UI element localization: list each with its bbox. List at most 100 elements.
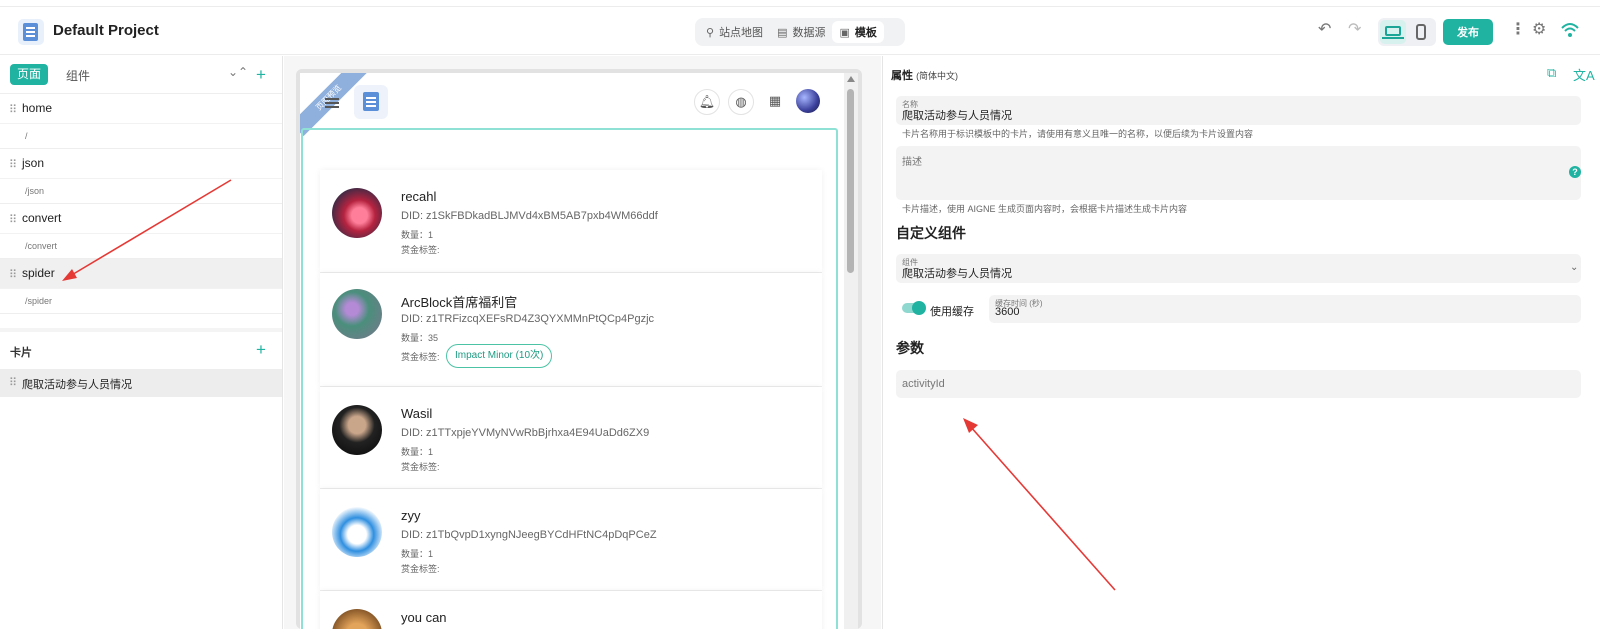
avatar	[332, 405, 382, 455]
redo-icon[interactable]: ↷	[1348, 19, 1361, 39]
user-tags-label: 赏金标签:	[401, 245, 440, 255]
page-name: convert	[22, 211, 62, 225]
project-title[interactable]: Default Project	[53, 22, 159, 39]
user-name: you can	[401, 610, 447, 625]
page-path: /spider	[25, 296, 53, 306]
card-preview-box: recahl DID: z1SkFBDkadBLJMVd4xBM5AB7pxb4…	[301, 128, 838, 629]
list-item: ArcBlock首席福利官 DID: z1TRFizcqXEFsRD4Z3QYX…	[320, 273, 822, 387]
apps-grid-icon[interactable]: ▦	[762, 89, 788, 115]
drag-handle-icon[interactable]: ⠿	[9, 376, 17, 389]
list-item: zyy DID: z1TbQvpD1xyngNJeegBYCdHFtNC4pDq…	[320, 489, 822, 591]
translate-icon[interactable]: 文A	[1573, 65, 1595, 84]
component-select[interactable]: 组件 爬取活动参与人员情况 ⌄	[896, 254, 1581, 283]
user-did: DID: z1TRFizcqXEFsRD4Z3QYXMMnPtQCp4Pgzjc	[401, 313, 655, 325]
list-item[interactable]: ⠿ home /	[0, 94, 282, 149]
avatar	[332, 609, 382, 629]
add-page-icon[interactable]: +	[256, 66, 266, 83]
more-vertical-icon[interactable]: ⋮	[1510, 19, 1526, 39]
tab-label: 数据源	[792, 27, 826, 39]
user-count: 数量：1	[401, 230, 434, 240]
view-switcher: ⚲ 站点地图 ▤ 数据源 ▣ 模板	[695, 18, 905, 46]
template-icon: ▣	[839, 26, 850, 39]
drag-handle-icon[interactable]: ⠿	[9, 158, 17, 171]
list-item[interactable]: ⠿ json /json	[0, 149, 282, 204]
add-card-icon[interactable]: +	[256, 341, 266, 358]
avatar[interactable]	[796, 89, 820, 113]
user-name: ArcBlock首席福利官	[401, 295, 518, 310]
phone-icon	[1416, 24, 1426, 40]
drag-handle-icon[interactable]: ⠿	[9, 268, 17, 281]
list-item[interactable]: ⠿ spider /spider	[0, 259, 282, 314]
publish-button[interactable]: 发布	[1443, 19, 1493, 45]
user-count: 数量：1	[401, 447, 434, 457]
field-label: 描述	[902, 157, 922, 168]
name-field[interactable]: 名称 爬取活动参与人员情况	[896, 96, 1581, 125]
scroll-thumb[interactable]	[847, 89, 854, 273]
avatar	[332, 188, 382, 238]
mobile-view-button[interactable]	[1408, 20, 1434, 44]
left-sidebar: 页面 组件 ⌄⌃ + ⠿ home / ⠿ json /json ⠿ conve…	[0, 56, 283, 629]
bell-icon[interactable]: 🔔︎	[694, 89, 720, 115]
section-heading: 自定义组件	[896, 225, 966, 241]
user-count: 数量：1	[401, 549, 434, 559]
copy-icon[interactable]: ⧉	[1547, 65, 1556, 81]
user-count: 数量：35	[401, 333, 439, 343]
properties-panel: 属性 (简体中文) ⧉ 文A 名称 爬取活动参与人员情况 卡片名称用于标识模板中…	[882, 56, 1600, 629]
preview-area: 页面预览 🔔︎ ◍ ▦ recahl DID: z1SkFBDkadBLJMVd…	[284, 56, 881, 629]
scroll-up-icon[interactable]	[847, 76, 855, 82]
laptop-icon	[1382, 26, 1404, 39]
app-logo-icon	[354, 85, 388, 119]
description-field[interactable]: 描述 ?	[896, 146, 1581, 200]
list-item: you can	[320, 591, 822, 629]
project-logo-icon	[18, 19, 44, 45]
card-name: 爬取活动参与人员情况	[22, 379, 132, 391]
cache-toggle[interactable]	[902, 301, 926, 315]
tab-pages[interactable]: 页面	[10, 64, 48, 85]
card-list-item[interactable]: ⠿ 爬取活动参与人员情况	[0, 369, 282, 397]
gear-icon[interactable]: ⚙	[1532, 19, 1546, 39]
device-frame: 页面预览 🔔︎ ◍ ▦ recahl DID: z1SkFBDkadBLJMVd…	[296, 69, 862, 629]
description-helper-text: 卡片描述，使用 AIGNE 生成页面内容时，会根据卡片描述生成卡片内容	[902, 204, 1188, 214]
list-item: recahl DID: z1SkFBDkadBLJMVd4xBM5AB7pxb4…	[320, 170, 822, 273]
list-item[interactable]: ⠿ convert /convert	[0, 204, 282, 259]
page-name: json	[22, 156, 45, 170]
cache-time-field[interactable]: 缓存时间 (秒) 3600	[989, 295, 1581, 323]
tab-datasource[interactable]: ▤ 数据源	[770, 21, 832, 43]
tab-sitemap[interactable]: ⚲ 站点地图	[699, 21, 770, 43]
desktop-view-button[interactable]	[1380, 20, 1406, 44]
bounty-badge: Impact Minor (10次)	[446, 344, 553, 368]
properties-title: 属性 (简体中文)	[891, 67, 958, 83]
undo-icon[interactable]: ↶	[1318, 19, 1331, 39]
menu-icon[interactable]	[325, 98, 339, 100]
locale-label: (简体中文)	[916, 71, 959, 81]
cards-header: 卡片	[10, 347, 32, 359]
user-tags-label: 赏金标签:	[401, 352, 440, 362]
user-did: DID: z1SkFBDkadBLJMVd4xBM5AB7pxb4WM66ddf	[401, 210, 658, 222]
divider	[0, 328, 282, 332]
drag-handle-icon[interactable]: ⠿	[9, 103, 17, 116]
wifi-icon	[1561, 23, 1579, 37]
list-item: Wasil DID: z1TTxpjeYVMyNVwRbBjrhxa4E94Ua…	[320, 387, 822, 489]
preview-scrollbar[interactable]	[844, 73, 858, 629]
top-toolbar: Default Project ⚲ 站点地图 ▤ 数据源 ▣ 模板 ↶ ↷ 发布…	[0, 6, 1600, 55]
avatar	[332, 289, 382, 339]
properties-label: 属性	[891, 70, 913, 82]
tab-components[interactable]: 组件	[66, 67, 90, 84]
page-name: home	[22, 101, 53, 115]
cache-toggle-label: 使用缓存	[930, 306, 974, 318]
page-path: /convert	[25, 241, 58, 251]
activity-id-input[interactable]: activityId	[896, 370, 1581, 398]
user-name: Wasil	[401, 406, 433, 421]
help-icon[interactable]: ?	[1569, 166, 1581, 178]
tab-template[interactable]: ▣ 模板	[832, 21, 884, 43]
field-placeholder: activityId	[902, 378, 945, 390]
drag-handle-icon[interactable]: ⠿	[9, 213, 17, 226]
collapse-icon[interactable]: ⌄⌃	[228, 65, 248, 79]
field-value: 爬取活动参与人员情况	[902, 268, 1012, 280]
page-list: ⠿ home / ⠿ json /json ⠿ convert /convert…	[0, 93, 282, 314]
globe-icon[interactable]: ◍	[728, 89, 754, 115]
user-tags-label: 赏金标签:	[401, 462, 440, 472]
tab-label: 模板	[854, 27, 877, 39]
user-did: DID: z1TTxpjeYVMyNVwRbBjrhxa4E94UaDd6ZX9	[401, 427, 650, 439]
name-helper-text: 卡片名称用于标识模板中的卡片，请使用有意义且唯一的名称，以便后续为卡片设置内容	[902, 129, 1254, 139]
